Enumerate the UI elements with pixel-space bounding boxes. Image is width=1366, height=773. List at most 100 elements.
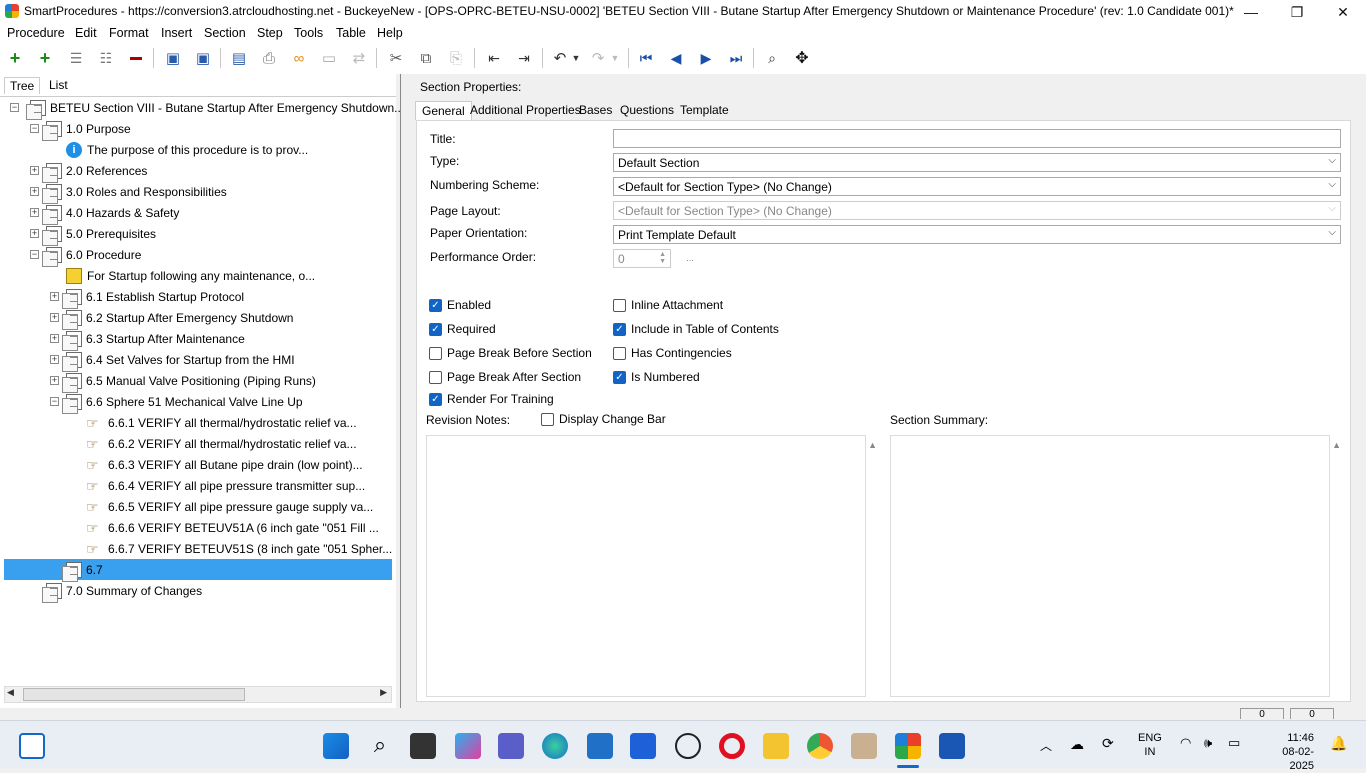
section-summary-editor[interactable]: ▲ [890, 435, 1341, 697]
widgets-icon[interactable] [19, 733, 45, 759]
menu-step[interactable]: Step [257, 26, 283, 40]
tab-list[interactable]: List [44, 77, 73, 93]
numbering-scheme-select[interactable]: <Default for Section Type> (No Change) ⌵ [613, 177, 1341, 196]
indent-icon[interactable]: ⇥ [514, 48, 534, 68]
move-icon[interactable]: ✥ [792, 48, 812, 68]
menu-section[interactable]: Section [204, 26, 246, 40]
checkbox-box[interactable] [429, 370, 442, 384]
paper-orientation-select[interactable]: Print Template Default ⌵ [613, 225, 1341, 244]
teams-icon[interactable] [498, 733, 524, 759]
enabled-checkbox[interactable]: ✓ Enabled [429, 298, 491, 312]
outdent-icon[interactable]: ⇤ [484, 48, 504, 68]
save-icon[interactable]: ▣ [193, 48, 213, 68]
expand-icon[interactable]: + [50, 292, 59, 301]
add-child-icon[interactable]: + [35, 48, 55, 68]
scroll-up-icon[interactable]: ▲ [1332, 440, 1341, 450]
horizontal-scrollbar[interactable]: ◀ ▶ [4, 686, 392, 703]
checkbox-box[interactable] [613, 298, 626, 312]
tree-node[interactable]: 1.0 Purpose [42, 118, 131, 141]
tab-additional-properties[interactable]: Additional Properties [464, 101, 587, 119]
tree-node[interactable]: 5.0 Prerequisites [42, 223, 156, 246]
menu-table[interactable]: Table [336, 26, 366, 40]
undo-dropdown-icon[interactable]: ▼ [566, 48, 586, 68]
tree-node[interactable]: 2.0 References [42, 160, 147, 183]
copy-icon[interactable]: ⧉ [416, 48, 436, 68]
tree-node[interactable]: ☞ 6.6.7 VERIFY BETEUV51S (8 inch gate "05… [86, 538, 392, 559]
include-in-table-of-contents-checkbox[interactable]: ✓ Include in Table of Contents [613, 322, 779, 336]
scroll-up-icon[interactable]: ▲ [868, 440, 877, 450]
spin-arrows-icon[interactable]: ▲ ▼ [659, 251, 666, 265]
display-change-bar-checkbox[interactable]: Display Change Bar [541, 412, 666, 426]
collapse-icon[interactable]: − [30, 124, 39, 133]
checkmark-icon[interactable]: ✓ [613, 322, 626, 336]
next-icon[interactable]: ▶ [696, 48, 716, 68]
edge-icon[interactable] [542, 733, 568, 759]
export-icon[interactable]: ▤ [229, 48, 249, 68]
copilot-icon[interactable] [455, 733, 481, 759]
checkmark-icon[interactable]: ✓ [429, 322, 442, 336]
checkmark-icon[interactable]: ✓ [429, 392, 442, 406]
expand-icon[interactable]: + [30, 166, 39, 175]
link-icon[interactable]: ∞ [289, 48, 309, 68]
has-contingencies-checkbox[interactable]: Has Contingencies [613, 346, 732, 360]
tree-node[interactable]: 6.3 Startup After Maintenance [62, 328, 245, 351]
tree-node[interactable]: 6.6 Sphere 51 Mechanical Valve Line Up [62, 391, 303, 414]
expand-icon[interactable]: + [30, 187, 39, 196]
tree-node[interactable]: 6.5 Manual Valve Positioning (Piping Run… [62, 370, 316, 393]
remove-icon[interactable] [126, 48, 146, 68]
close-button[interactable]: ✕ [1320, 0, 1366, 24]
add-icon[interactable]: + [5, 48, 25, 68]
collapse-icon[interactable]: − [10, 103, 19, 112]
expand-icon[interactable]: + [50, 376, 59, 385]
save-all-icon[interactable]: ▣ [163, 48, 183, 68]
expand-icon[interactable]: + [30, 229, 39, 238]
redo-dropdown-icon[interactable]: ▼ [605, 48, 625, 68]
chrome-icon[interactable] [807, 733, 833, 759]
file-explorer-icon[interactable] [763, 733, 789, 759]
expand-icon[interactable]: + [30, 208, 39, 217]
smartprocedures-icon[interactable] [895, 733, 921, 759]
tree-node[interactable]: ☞ 6.6.1 VERIFY all thermal/hydrostatic re… [86, 412, 357, 433]
tree-node[interactable]: i The purpose of this procedure is to pro… [66, 139, 308, 160]
revision-notes-editor[interactable]: ▲ [426, 435, 877, 697]
chevron-up-icon[interactable]: ︿ [1040, 737, 1052, 754]
outline-icon[interactable]: ☷ [96, 48, 116, 68]
checkmark-icon[interactable]: ✓ [613, 370, 626, 384]
performance-order-button[interactable]: ... [679, 253, 701, 267]
search-icon[interactable]: ⌕ [367, 733, 393, 759]
checkmark-icon[interactable]: ✓ [429, 298, 442, 312]
page-break-before-section-checkbox[interactable]: Page Break Before Section [429, 346, 592, 360]
type-select[interactable]: Default Section ⌵ [613, 153, 1341, 172]
tree-node[interactable]: 6.1 Establish Startup Protocol [62, 286, 244, 309]
network-status-icon[interactable]: ☁ [1070, 736, 1084, 753]
collapse-icon[interactable]: − [50, 397, 59, 406]
previous-icon[interactable]: ◀ [666, 48, 686, 68]
checkbox-box[interactable] [429, 346, 442, 360]
expand-icon[interactable]: + [50, 334, 59, 343]
remote-app-icon[interactable] [851, 733, 877, 759]
task-view-icon[interactable] [410, 733, 436, 759]
tree-node[interactable]: BETEU Section VIII - Butane Startup Afte… [26, 97, 404, 120]
store-icon[interactable] [587, 733, 613, 759]
expand-icon[interactable]: + [50, 313, 59, 322]
required-checkbox[interactable]: ✓ Required [429, 322, 496, 336]
pane-splitter[interactable] [400, 74, 406, 708]
menu-edit[interactable]: Edit [75, 26, 97, 40]
power-automate-icon[interactable] [630, 733, 656, 759]
menu-tools[interactable]: Tools [294, 26, 323, 40]
render-for-training-checkbox[interactable]: ✓ Render For Training [429, 392, 554, 406]
clock[interactable]: 11:46 08-02-2025 [1258, 731, 1314, 773]
print-icon[interactable]: ⎙ [259, 48, 279, 68]
notifications-icon[interactable]: 🔔 [1330, 735, 1347, 752]
tree-node[interactable]: 6.0 Procedure [42, 244, 141, 267]
scroll-left-icon[interactable]: ◀ [7, 687, 14, 698]
checkbox-box[interactable] [541, 412, 554, 426]
battery-icon[interactable]: ▭ [1228, 735, 1240, 751]
tab-template[interactable]: Template [674, 101, 735, 119]
dell-icon[interactable] [675, 733, 701, 759]
scroll-right-icon[interactable]: ▶ [380, 687, 387, 698]
tree-node[interactable]: 4.0 Hazards & Safety [42, 202, 179, 225]
tree-node[interactable]: 6.4 Set Valves for Startup from the HMI [62, 349, 295, 372]
tree-node[interactable]: ☞ 6.6.2 VERIFY all thermal/hydrostatic re… [86, 433, 357, 454]
tree-node[interactable]: 7.0 Summary of Changes [42, 580, 202, 603]
